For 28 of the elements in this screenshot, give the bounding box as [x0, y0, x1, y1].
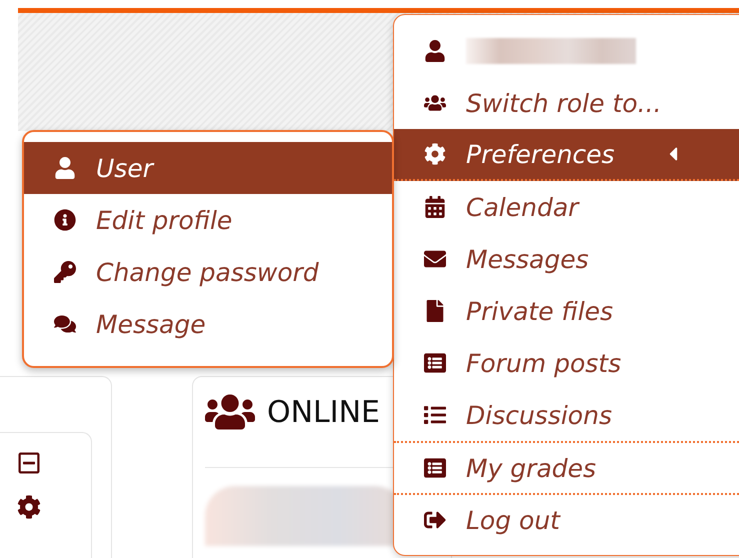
menu-item[interactable]: Message [24, 298, 392, 350]
menu-item[interactable]: Forum posts [394, 337, 739, 389]
chat-icon [54, 313, 76, 335]
settings-icon[interactable] [17, 495, 41, 519]
menu-item[interactable]: Private files [394, 285, 739, 337]
menu-item[interactable]: Messages [394, 233, 739, 285]
menu-item[interactable]: Log out [394, 493, 739, 545]
settings-icon [424, 143, 446, 165]
menu-item[interactable]: Change password [24, 246, 392, 298]
user-icon [54, 157, 76, 179]
list-icon [424, 352, 446, 374]
file-icon [424, 300, 446, 322]
menu-item[interactable]: Preferences [394, 129, 739, 181]
block-title: ONLINE [267, 394, 380, 430]
menu-item[interactable]: User [24, 142, 392, 194]
calendar-icon [424, 196, 446, 218]
logout-icon [424, 509, 446, 531]
menu-item[interactable]: Calendar [394, 181, 739, 233]
menu-item[interactable]: Edit profile [24, 194, 392, 246]
menu-item[interactable]: Discussions [394, 389, 739, 441]
list-icon [424, 404, 446, 426]
key-icon [54, 261, 76, 283]
collapse-icon[interactable] [17, 451, 41, 475]
list-icon [424, 457, 446, 479]
info-icon [54, 209, 76, 231]
user-icon [424, 40, 446, 62]
menu-item[interactable]: My grades [394, 441, 739, 493]
envelope-icon [424, 248, 446, 270]
